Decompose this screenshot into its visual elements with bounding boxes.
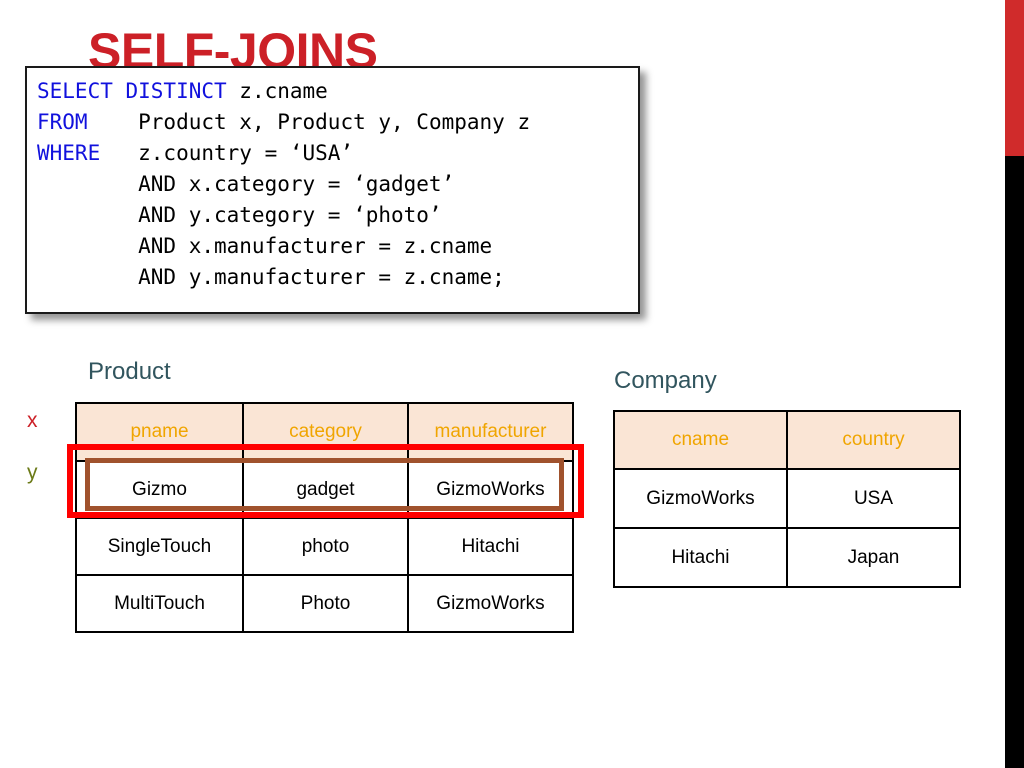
- alias-label-x: x: [27, 409, 38, 432]
- sql-line-6: AND y.manufacturer = z.cname;: [37, 265, 505, 289]
- column-header-country: country: [786, 410, 961, 470]
- cell-country: Japan: [786, 527, 961, 588]
- cell-cname: GizmoWorks: [613, 468, 788, 529]
- sql-code-box: SELECT DISTINCT z.cname FROM Product x, …: [25, 66, 640, 314]
- cell-category: photo: [242, 517, 409, 576]
- cell-manufacturer: GizmoWorks: [407, 574, 574, 633]
- right-edge-black-bar: [1005, 156, 1024, 768]
- product-table-caption: Product: [88, 358, 171, 385]
- table-header-row: pname category manufacturer: [75, 402, 574, 462]
- sql-code-text: SELECT DISTINCT z.cname FROM Product x, …: [37, 76, 530, 293]
- sql-line-0-rest: z.cname: [226, 79, 328, 103]
- sql-keyword-from: FROM: [37, 110, 88, 134]
- cell-cname: Hitachi: [613, 527, 788, 588]
- cell-category: gadget: [242, 460, 409, 519]
- cell-pname: Gizmo: [75, 460, 244, 519]
- company-table-caption: Company: [614, 367, 717, 394]
- table-header-row: cname country: [613, 410, 961, 470]
- table-row: GizmoWorks USA: [613, 468, 961, 529]
- cell-category: Photo: [242, 574, 409, 633]
- column-header-manufacturer: manufacturer: [407, 402, 574, 462]
- sql-line-2-rest: z.country = ‘USA’: [100, 141, 354, 165]
- cell-manufacturer: GizmoWorks: [407, 460, 574, 519]
- table-row: MultiTouch Photo GizmoWorks: [75, 574, 574, 633]
- cell-manufacturer: Hitachi: [407, 517, 574, 576]
- table-row: Gizmo gadget GizmoWorks: [75, 460, 574, 519]
- sql-line-3: AND x.category = ‘gadget’: [37, 172, 455, 196]
- table-row: SingleTouch photo Hitachi: [75, 517, 574, 576]
- sql-line-4: AND y.category = ‘photo’: [37, 203, 442, 227]
- sql-keyword-where: WHERE: [37, 141, 101, 165]
- alias-label-y: y: [27, 461, 38, 484]
- cell-country: USA: [786, 468, 961, 529]
- column-header-category: category: [242, 402, 409, 462]
- table-row: Hitachi Japan: [613, 527, 961, 588]
- cell-pname: SingleTouch: [75, 517, 244, 576]
- column-header-pname: pname: [75, 402, 244, 462]
- cell-pname: MultiTouch: [75, 574, 244, 633]
- column-header-cname: cname: [613, 410, 788, 470]
- sql-line-1-rest: Product x, Product y, Company z: [87, 110, 531, 134]
- sql-line-5: AND x.manufacturer = z.cname: [37, 234, 493, 258]
- product-table: pname category manufacturer Gizmo gadget…: [75, 402, 574, 633]
- sql-keyword-select: SELECT DISTINCT: [37, 79, 227, 103]
- right-edge-red-bar: [1005, 0, 1024, 156]
- company-table: cname country GizmoWorks USA Hitachi Jap…: [613, 410, 961, 588]
